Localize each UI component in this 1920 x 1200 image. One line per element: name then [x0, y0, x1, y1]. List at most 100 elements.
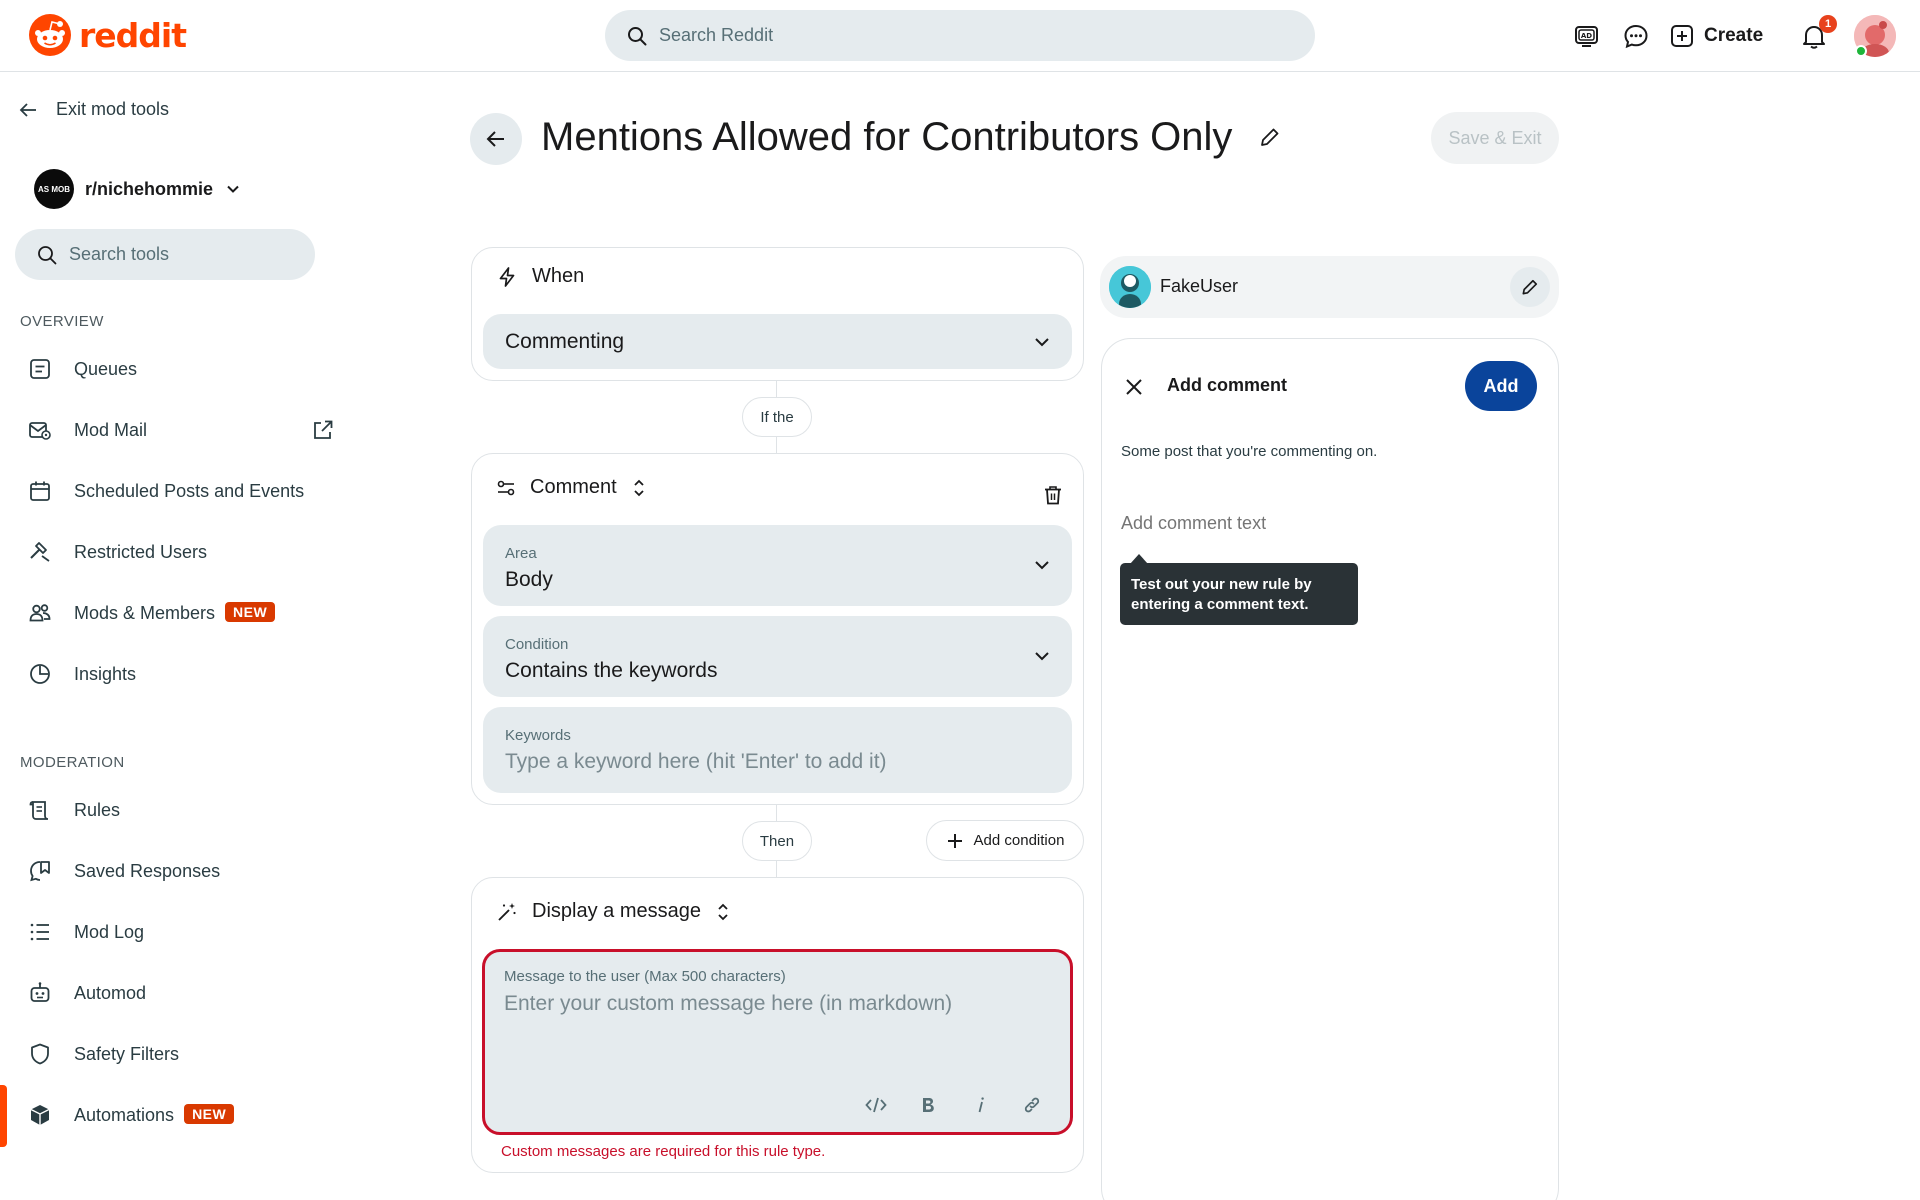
sidebar-item-mods-members[interactable]: Mods & Members NEW	[0, 587, 345, 639]
search-tools-placeholder: Search tools	[69, 244, 170, 264]
members-icon	[29, 604, 51, 622]
sidebar-item-text: Mods & Members	[74, 603, 216, 623]
reddit-snoo-icon	[29, 14, 71, 56]
reddit-logo[interactable]: reddit	[29, 14, 187, 56]
edit-user-button[interactable]	[1510, 267, 1550, 307]
sidebar-item-text: Automations	[74, 1105, 175, 1125]
reddit-wordmark: reddit	[79, 15, 187, 55]
insights-icon	[30, 664, 50, 684]
sidebar-item-scheduled-posts[interactable]: Scheduled Posts and Events	[0, 465, 345, 517]
fake-user-avatar	[1109, 266, 1151, 308]
search-icon	[38, 245, 57, 264]
hammer-icon	[30, 542, 50, 562]
create-label: Create	[1704, 25, 1764, 46]
search-reddit-input[interactable]: Search Reddit	[605, 10, 1315, 61]
condition-select[interactable]: Condition Contains the keywords	[483, 616, 1072, 697]
modlog-icon	[30, 923, 49, 941]
community-name: r/nichehommie	[85, 178, 214, 199]
exit-mod-tools-link[interactable]: Exit mod tools	[18, 99, 169, 120]
sidebar-item-saved-responses[interactable]: Saved Responses	[0, 845, 345, 897]
saved-responses-icon	[30, 861, 50, 882]
italic-icon	[978, 1097, 984, 1113]
online-status-dot	[1855, 45, 1867, 57]
sidebar-item-safety-filters[interactable]: Safety Filters	[0, 1028, 345, 1080]
pencil-icon[interactable]	[1258, 125, 1282, 149]
chevron-down-icon	[1035, 652, 1049, 661]
sidebar-item-label: Rules	[74, 799, 121, 820]
sidebar-item-mod-log[interactable]: Mod Log	[0, 906, 345, 958]
search-tools-input[interactable]: Search tools	[15, 229, 315, 280]
chevron-down-icon	[1035, 561, 1049, 570]
external-link-icon[interactable]	[311, 418, 335, 442]
condition-card: Comment Area Body Condition Contains the…	[471, 453, 1084, 805]
message-placeholder: Enter your custom message here (in markd…	[504, 992, 953, 1015]
save-exit-button[interactable]: Save & Exit	[1431, 112, 1559, 164]
area-value: Body	[505, 568, 553, 591]
sort-chevrons-icon	[718, 903, 728, 920]
sidebar-item-rules[interactable]: Rules	[0, 784, 345, 836]
sidebar-item-queues[interactable]: Queues	[0, 343, 345, 395]
advertise-icon[interactable]: AD	[1570, 20, 1602, 52]
trigger-value: Commenting	[505, 330, 625, 353]
condition-header[interactable]: Comment	[496, 476, 647, 499]
automod-icon	[30, 982, 50, 1002]
chat-icon[interactable]	[1620, 20, 1652, 52]
trash-icon[interactable]	[1042, 484, 1064, 506]
condition-label: Condition	[505, 636, 569, 653]
sidebar-item-insights[interactable]: Insights	[0, 648, 345, 700]
italic-format-button[interactable]	[965, 1090, 995, 1120]
when-card: When Commenting	[471, 247, 1084, 381]
link-icon	[1024, 1097, 1040, 1113]
custom-message-textarea[interactable]: Message to the user (Max 500 characters)…	[482, 949, 1073, 1135]
area-label: Area	[505, 545, 537, 562]
when-header: When	[496, 265, 584, 288]
condition-node-icon	[497, 480, 515, 495]
create-button[interactable]: Create	[1670, 18, 1763, 54]
sidebar-item-restricted-users[interactable]: Restricted Users	[0, 526, 345, 578]
sidebar-item-label: Queues	[74, 358, 138, 379]
action-header[interactable]: Display a message	[496, 900, 731, 923]
notification-count-badge: 1	[1819, 15, 1837, 33]
community-switcher[interactable]: AS MOB r/nichehommie	[34, 169, 242, 209]
trigger-select[interactable]: Commenting	[483, 314, 1072, 369]
bold-format-button[interactable]	[913, 1090, 943, 1120]
search-icon	[628, 26, 647, 45]
then-pill: Then	[742, 821, 812, 861]
search-placeholder: Search Reddit	[659, 25, 774, 45]
new-badge: NEW	[225, 602, 276, 622]
add-condition-label: Add condition	[973, 832, 1065, 849]
sidebar-item-label: Automations NEW	[74, 1104, 235, 1126]
add-condition-button[interactable]: Add condition	[926, 820, 1084, 861]
preview-user-bar: FakeUser	[1100, 256, 1559, 318]
calendar-icon	[30, 481, 50, 501]
preview-post-text: Some post that you're commenting on.	[1121, 443, 1378, 460]
shield-icon	[31, 1043, 49, 1065]
sort-chevrons-icon	[634, 479, 644, 496]
keywords-input[interactable]: Keywords Type a keyword here (hit 'Enter…	[483, 707, 1072, 793]
code-format-button[interactable]	[861, 1090, 891, 1120]
mod-sidebar: Exit mod tools AS MOB r/nichehommie Sear…	[0, 73, 345, 1200]
new-badge: NEW	[184, 1104, 235, 1124]
arrow-left-icon	[19, 102, 36, 117]
automations-icon	[30, 1105, 50, 1125]
keywords-label: Keywords	[505, 727, 571, 744]
link-format-button[interactable]	[1017, 1090, 1047, 1120]
chevron-down-icon	[1035, 338, 1049, 347]
fake-user-name: FakeUser	[1160, 276, 1239, 296]
create-icon	[1671, 25, 1693, 47]
exit-mod-tools-label: Exit mod tools	[56, 99, 170, 119]
sidebar-item-automod[interactable]: Automod	[0, 967, 345, 1019]
area-select[interactable]: Area Body	[483, 525, 1072, 606]
svg-text:AD: AD	[1581, 32, 1592, 40]
community-avatar: AS MOB	[34, 169, 74, 209]
sidebar-item-automations[interactable]: Automations NEW	[0, 1089, 345, 1141]
add-comment-title: Add comment	[1167, 375, 1288, 395]
add-comment-button[interactable]: Add	[1465, 361, 1537, 411]
sidebar-item-label: Safety Filters	[74, 1043, 180, 1064]
lightning-icon	[499, 266, 515, 287]
action-label: Display a message	[532, 900, 701, 922]
back-button[interactable]	[470, 113, 522, 165]
sidebar-item-mod-mail[interactable]: Mod Mail	[0, 404, 345, 456]
comment-text-input[interactable]	[1121, 513, 1521, 534]
close-icon[interactable]	[1120, 373, 1148, 401]
